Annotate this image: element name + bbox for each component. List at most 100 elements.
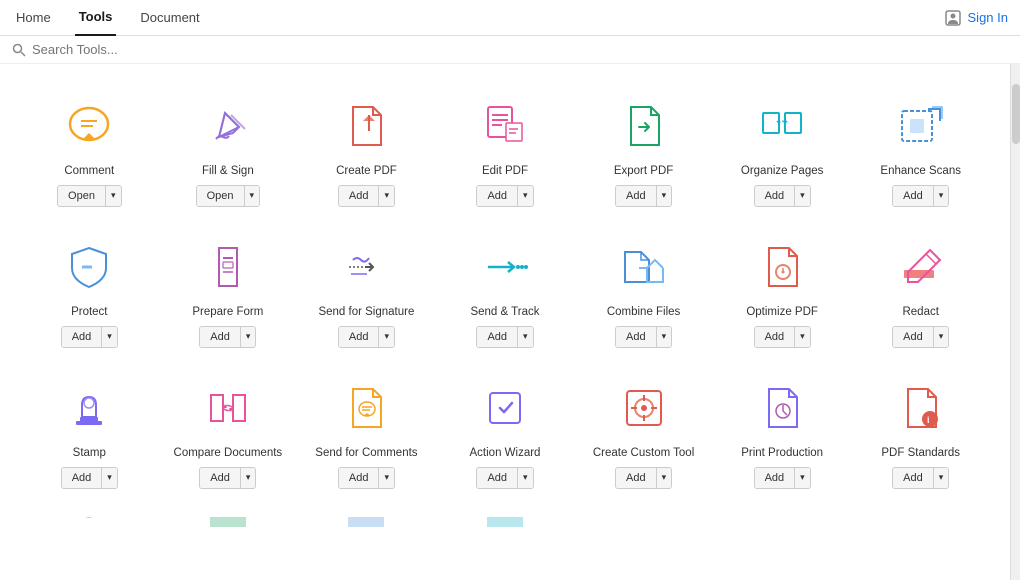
- fill-sign-open-btn[interactable]: Open: [197, 186, 245, 206]
- create-custom-icon: [612, 376, 676, 440]
- send-track-btn-group: Add ▾: [476, 326, 533, 348]
- sign-in-button[interactable]: Sign In: [944, 9, 1008, 27]
- pdf-standards-add-btn[interactable]: Add: [893, 468, 934, 488]
- send-signature-add-btn[interactable]: Add: [339, 327, 380, 347]
- organize-pages-add-btn[interactable]: Add: [755, 186, 796, 206]
- send-signature-icon: [334, 235, 398, 299]
- stamp-arrow-btn[interactable]: ▾: [102, 468, 117, 488]
- redact-btn-group: Add ▾: [892, 326, 949, 348]
- export-pdf-arrow-btn[interactable]: ▾: [657, 186, 672, 206]
- search-input[interactable]: [32, 42, 232, 57]
- scrollbar[interactable]: [1010, 64, 1020, 580]
- compare-docs-label: Compare Documents: [174, 446, 283, 461]
- create-pdf-add-btn[interactable]: Add: [339, 186, 380, 206]
- prepare-form-icon: [196, 235, 260, 299]
- fill-sign-arrow-btn[interactable]: ▾: [245, 186, 260, 206]
- tool-pdf-standards: i PDF Standards Add ▾: [851, 366, 990, 497]
- create-custom-arrow-btn[interactable]: ▾: [657, 468, 672, 488]
- action-wizard-add-btn[interactable]: Add: [477, 468, 518, 488]
- optimize-pdf-arrow-btn[interactable]: ▾: [795, 327, 810, 347]
- prepare-form-label: Prepare Form: [192, 305, 263, 320]
- tool-protect: Protect Add ▾: [20, 225, 159, 356]
- create-custom-label: Create Custom Tool: [593, 446, 694, 461]
- tool-redact: Redact Add ▾: [851, 225, 990, 356]
- tool-organize-pages: Organize Pages Add ▾: [713, 84, 852, 215]
- send-track-add-btn[interactable]: Add: [477, 327, 518, 347]
- tool-action-wizard: Action Wizard Add ▾: [436, 366, 575, 497]
- compare-docs-add-btn[interactable]: Add: [200, 468, 241, 488]
- create-pdf-icon: [334, 94, 398, 158]
- tools-grid-row1: Comment Open ▾ Fill & Sign: [20, 84, 990, 215]
- comment-arrow-btn[interactable]: ▾: [106, 186, 121, 206]
- comment-label: Comment: [64, 164, 114, 179]
- stamp-btn-group: Add ▾: [61, 467, 118, 489]
- create-custom-btn-group: Add ▾: [615, 467, 672, 489]
- send-signature-label: Send for Signature: [318, 305, 414, 320]
- compare-docs-icon: [196, 376, 260, 440]
- comment-open-btn[interactable]: Open: [58, 186, 106, 206]
- export-pdf-btn-group: Add ▾: [615, 185, 672, 207]
- print-production-arrow-btn[interactable]: ▾: [795, 468, 810, 488]
- organize-pages-arrow-btn[interactable]: ▾: [795, 186, 810, 206]
- protect-icon: [57, 235, 121, 299]
- edit-pdf-arrow-btn[interactable]: ▾: [518, 186, 533, 206]
- protect-btn-group: Add ▾: [61, 326, 118, 348]
- protect-arrow-btn[interactable]: ▾: [102, 327, 117, 347]
- tool-send-signature: Send for Signature Add ▾: [297, 225, 436, 356]
- combine-files-arrow-btn[interactable]: ▾: [657, 327, 672, 347]
- export-pdf-add-btn[interactable]: Add: [616, 186, 657, 206]
- partial-item-4: [436, 507, 575, 537]
- action-wizard-icon: [473, 376, 537, 440]
- search-icon: [12, 43, 26, 57]
- compare-docs-btn-group: Add ▾: [199, 467, 256, 489]
- stamp-icon: [57, 376, 121, 440]
- pdf-standards-arrow-btn[interactable]: ▾: [934, 468, 949, 488]
- combine-files-label: Combine Files: [607, 305, 681, 320]
- edit-pdf-btn-group: Add ▾: [476, 185, 533, 207]
- optimize-pdf-add-btn[interactable]: Add: [755, 327, 796, 347]
- redact-label: Redact: [902, 305, 938, 320]
- send-comments-btn-group: Add ▾: [338, 467, 395, 489]
- top-nav: Home Tools Document Sign In: [0, 0, 1020, 36]
- send-comments-add-btn[interactable]: Add: [339, 468, 380, 488]
- send-track-label: Send & Track: [470, 305, 539, 320]
- enhance-scans-add-btn[interactable]: Add: [893, 186, 934, 206]
- enhance-scans-arrow-btn[interactable]: ▾: [934, 186, 949, 206]
- tool-export-pdf: Export PDF Add ▾: [574, 84, 713, 215]
- stamp-label: Stamp: [73, 446, 106, 461]
- nav-tools[interactable]: Tools: [75, 0, 117, 36]
- export-pdf-label: Export PDF: [614, 164, 673, 179]
- stamp-add-btn[interactable]: Add: [62, 468, 103, 488]
- edit-pdf-add-btn[interactable]: Add: [477, 186, 518, 206]
- nav-document[interactable]: Document: [136, 0, 203, 36]
- tools-grid-row3: Stamp Add ▾ Co: [20, 366, 990, 497]
- tool-enhance-scans: Enhance Scans Add ▾: [851, 84, 990, 215]
- tool-comment: Comment Open ▾: [20, 84, 159, 215]
- prepare-form-arrow-btn[interactable]: ▾: [241, 327, 256, 347]
- comment-icon: [57, 94, 121, 158]
- prepare-form-add-btn[interactable]: Add: [200, 327, 241, 347]
- nav-home[interactable]: Home: [12, 0, 55, 36]
- organize-pages-btn-group: Add ▾: [754, 185, 811, 207]
- compare-docs-arrow-btn[interactable]: ▾: [241, 468, 256, 488]
- send-comments-icon: [334, 376, 398, 440]
- create-pdf-arrow-btn[interactable]: ▾: [379, 186, 394, 206]
- search-bar: [0, 36, 1020, 64]
- create-custom-add-btn[interactable]: Add: [616, 468, 657, 488]
- send-signature-arrow-btn[interactable]: ▾: [379, 327, 394, 347]
- export-pdf-icon: [612, 94, 676, 158]
- redact-arrow-btn[interactable]: ▾: [934, 327, 949, 347]
- protect-add-btn[interactable]: Add: [62, 327, 103, 347]
- enhance-scans-icon: [889, 94, 953, 158]
- combine-files-add-btn[interactable]: Add: [616, 327, 657, 347]
- fill-sign-label: Fill & Sign: [202, 164, 254, 179]
- action-wizard-arrow-btn[interactable]: ▾: [518, 468, 533, 488]
- organize-pages-icon: [750, 94, 814, 158]
- send-track-arrow-btn[interactable]: ▾: [518, 327, 533, 347]
- redact-add-btn[interactable]: Add: [893, 327, 934, 347]
- send-comments-arrow-btn[interactable]: ▾: [379, 468, 394, 488]
- tools-area: Comment Open ▾ Fill & Sign: [0, 64, 1010, 580]
- edit-pdf-label: Edit PDF: [482, 164, 528, 179]
- print-production-add-btn[interactable]: Add: [755, 468, 796, 488]
- scrollbar-thumb[interactable]: [1012, 84, 1020, 144]
